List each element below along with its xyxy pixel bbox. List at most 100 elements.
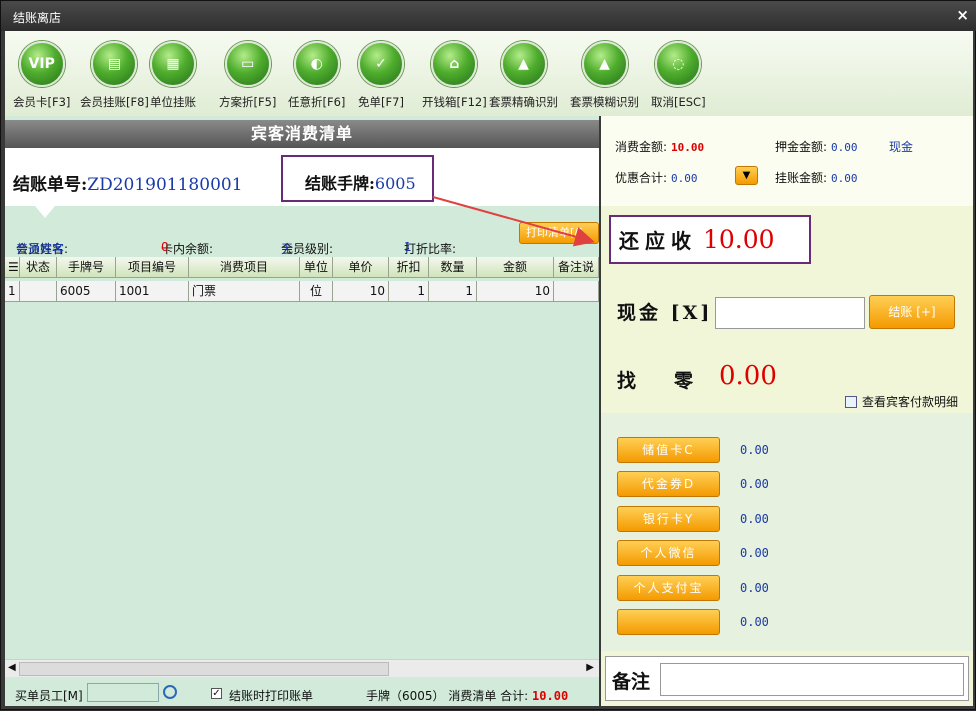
bill-table: ☰ 状态 手牌号 项目编号 消费项目 单位 单价 折扣 数量 金额 备注说 1 6005 1001 门票位 1… (5, 257, 599, 303)
toolbar-button-8[interactable]: ▲ 套票模糊识别 (570, 41, 639, 110)
table-cell: 门票 (189, 281, 300, 302)
toolbar-button-6[interactable]: ⌂ 开钱箱[F12] (422, 41, 487, 110)
on-account-amount: 挂账金额: 0.00 (775, 171, 858, 185)
payment-method-button[interactable]: 个人微信 (617, 540, 720, 567)
view-payment-detail-checkbox[interactable]: 查看宾客付款明细 (845, 393, 958, 410)
remark-label: 备注 (612, 671, 651, 693)
staff-input[interactable] (87, 683, 159, 702)
scroll-thumb[interactable] (19, 662, 389, 676)
close-icon[interactable]: × (956, 6, 969, 24)
amount-due-label: 还应收 (619, 229, 697, 253)
package-exact-icon: ▲ (500, 41, 547, 87)
bill-footer: 买单员工[M] ✓ 结账时打印账单 手牌（6005） 消费清单 合计: 10.0… (5, 679, 599, 706)
table-cell: 1 (5, 281, 20, 302)
column-header[interactable]: 金额 (477, 257, 554, 278)
remark-input[interactable] (660, 663, 964, 696)
company-credit-icon: ▦ (150, 41, 196, 87)
scroll-left-icon[interactable]: ◀ (8, 662, 16, 673)
plate-highlight: 结账手牌:6005 (281, 155, 434, 202)
column-header[interactable]: 手牌号 (57, 257, 116, 278)
payment-method-value: 0.00 (740, 477, 769, 492)
member-credit-icon: ▤ (91, 41, 138, 87)
toolbar-button-label: 开钱箱[F12] (422, 95, 487, 109)
table-header: ☰ 状态 手牌号 项目编号 消费项目 单位 单价 折扣 数量 金额 备注说 (5, 257, 599, 278)
column-header[interactable]: 状态 (20, 257, 57, 278)
column-header[interactable]: ☰ (5, 257, 20, 278)
order-number-label: 结账单号: (13, 175, 88, 195)
toolbar-button-2[interactable]: ▦ 单位挂账 (150, 41, 196, 110)
table-cell (20, 281, 57, 302)
column-header[interactable]: 备注说 (554, 257, 599, 278)
table-cell (554, 281, 599, 302)
cash-drawer-icon: ⌂ (431, 41, 478, 87)
print-on-settle-label: 结账时打印账单 (229, 689, 314, 703)
table-cell: 1 (389, 281, 429, 302)
payment-method-button[interactable]: 银行卡Y (617, 505, 720, 532)
order-number: 结账单号:ZD201901180001 (13, 170, 243, 195)
checkout-window: 结账离店 × VIP 会员卡[F3] ▤ 会员挂账[F8] ▦ 单位挂账 ▭ 方案折[F5] ◐… (0, 0, 976, 710)
payment-methods: 储值卡C 0.00 代金券D 0.00 银行卡Y 0.00 个人微信 0.00 个人支付宝 0.0… (601, 413, 973, 651)
staff-label: 买单员工[M] (15, 689, 83, 703)
member-info: 会员姓名: 普通宾客 卡内余额: 0 会员级别: 无 打折比率: 1 打印清单[… (5, 216, 599, 256)
payment-method-value: 0.00 (740, 546, 769, 561)
payment-method-value: 0.00 (740, 443, 769, 457)
horizontal-scrollbar[interactable]: ◀ ▶ (5, 659, 599, 677)
window-title: 结账离店 (13, 11, 62, 25)
column-header[interactable]: 项目编号 (116, 257, 189, 278)
table-cell: 1001 (116, 281, 189, 302)
settle-button[interactable]: 结账 [+] (869, 295, 955, 329)
bill-summary: 手牌（6005） 消费清单 合计: 10.00 (366, 689, 569, 703)
payment-method-button[interactable]: 个人支付宝 (617, 574, 720, 601)
toolbar-button-label: 会员卡[F3] (13, 95, 71, 109)
table-cell: 1 (429, 281, 477, 302)
column-header[interactable]: 消费项目 (189, 257, 300, 278)
title-bar: 结账离店 × (1, 1, 976, 31)
vip-icon: VIP (18, 41, 65, 87)
deposit-method: 现金 (889, 140, 914, 154)
column-header[interactable]: 单价 (333, 257, 389, 278)
payment-method-button[interactable]: 储值卡C (617, 437, 720, 463)
plan-discount-icon: ▭ (224, 41, 271, 87)
payment-method-value: 0.00 (740, 615, 769, 629)
change-label: 找 零 (617, 370, 694, 392)
payment-method-value: 0.00 (740, 580, 769, 595)
column-header[interactable]: 数量 (429, 257, 477, 278)
toolbar-button-label: 取消[ESC] (651, 95, 706, 109)
payment-method-button[interactable]: 代金券D (617, 471, 720, 498)
column-header[interactable]: 单位 (300, 257, 333, 278)
toolbar-button-1[interactable]: ▤ 会员挂账[F8] (80, 41, 149, 110)
search-icon[interactable] (163, 685, 177, 699)
toolbar-button-label: 套票精确识别 (489, 95, 558, 109)
print-list-button[interactable]: 打印清单[/] (519, 222, 599, 244)
toolbar: VIP 会员卡[F3] ▤ 会员挂账[F8] ▦ 单位挂账 ▭ 方案折[F5] ◐ 任意折[F6]… (5, 31, 973, 116)
column-header[interactable]: 折扣 (389, 257, 429, 278)
plate-label: 结账手牌: (305, 174, 375, 193)
bill-pane: 宾客消费清单 结账单号:ZD201901180001 结账手牌:6005 会员姓… (5, 116, 599, 706)
toolbar-button-0[interactable]: VIP 会员卡[F3] (13, 41, 70, 110)
payment-method-button[interactable] (617, 609, 720, 635)
payment-pane: 消费金额: 10.00 押金金额: 0.00 现金 优惠合计: 0.00 ▼ 挂账金额… (601, 116, 973, 706)
toolbar-button-label: 任意折[F6] (288, 95, 346, 109)
cash-input[interactable] (715, 297, 865, 329)
custom-discount-icon: ◐ (293, 41, 340, 87)
discount-dropdown-button[interactable]: ▼ (735, 166, 758, 185)
order-number-value: ZD201901180001 (87, 175, 243, 195)
toolbar-button-7[interactable]: ▲ 套票精确识别 (489, 41, 558, 110)
table-row[interactable]: 1 6005 1001 门票位 10 1 1 10 (5, 281, 599, 302)
toolbar-button-5[interactable]: ✓ 免单[F7] (358, 41, 404, 110)
toolbar-button-9[interactable]: ◌ 取消[ESC] (651, 41, 706, 110)
print-on-settle-checkbox[interactable]: ✓ (211, 688, 222, 699)
amount-due-value: 10.00 (703, 225, 775, 254)
toolbar-button-label: 套票模糊识别 (570, 95, 639, 109)
toolbar-button-3[interactable]: ▭ 方案折[F5] (219, 41, 276, 110)
cancel-icon: ◌ (655, 41, 702, 87)
scroll-right-icon[interactable]: ▶ (586, 662, 594, 673)
table-cell: 10 (477, 281, 554, 302)
toolbar-button-4[interactable]: ◐ 任意折[F6] (288, 41, 345, 110)
change-value: 0.00 (719, 361, 777, 391)
payment-method-value: 0.00 (740, 511, 769, 526)
table-cell: 6005 (57, 281, 116, 302)
amount-due-highlight: 还应收 10.00 (609, 215, 811, 264)
deposit-amount: 押金金额: 0.00 (775, 140, 858, 154)
table-cell: 位 (300, 281, 333, 302)
